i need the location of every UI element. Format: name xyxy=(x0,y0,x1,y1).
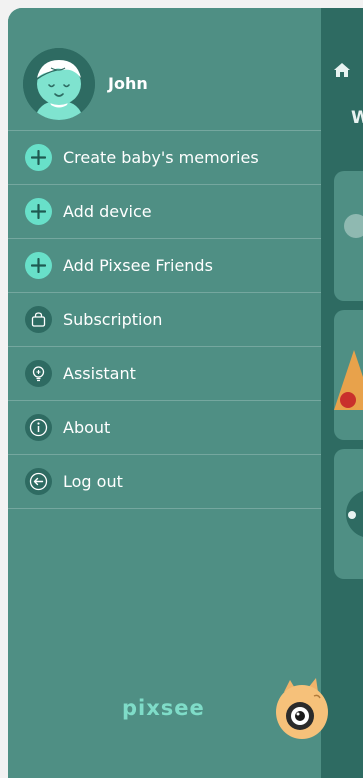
lightbulb-icon xyxy=(25,360,52,387)
shopping-bag-icon xyxy=(25,306,52,333)
plus-icon xyxy=(25,252,52,279)
user-name: John xyxy=(108,74,148,93)
plus-icon xyxy=(25,198,52,225)
logout-icon xyxy=(25,468,52,495)
brand-logo: pixsee xyxy=(122,696,205,720)
main-heading-fragment: W xyxy=(351,108,363,128)
card-thumbnail xyxy=(344,214,363,238)
plus-icon xyxy=(25,144,52,171)
navigation-drawer: John Create baby's memories Add device A… xyxy=(8,8,321,778)
menu-item-label: Assistant xyxy=(63,364,136,383)
menu-item-label: Log out xyxy=(63,472,123,491)
menu-item-assistant[interactable]: Assistant xyxy=(8,346,321,400)
info-icon xyxy=(25,414,52,441)
baby-face-icon xyxy=(23,48,95,120)
main-screen-peek[interactable]: W xyxy=(321,8,363,778)
menu-item-label: Add device xyxy=(63,202,152,221)
menu-item-label: Subscription xyxy=(63,310,163,329)
content-card[interactable] xyxy=(334,171,363,301)
menu-item-logout[interactable]: Log out xyxy=(8,454,321,509)
content-card[interactable] xyxy=(334,449,363,579)
menu-item-label: Create baby's memories xyxy=(63,148,259,167)
card-thumbnail xyxy=(334,350,363,410)
app-frame: W John Create baby's memories Add device… xyxy=(8,8,363,778)
avatar[interactable] xyxy=(23,48,95,120)
card-thumbnail xyxy=(346,491,363,537)
menu-item-label: Add Pixsee Friends xyxy=(63,256,213,275)
menu-item-create-memories[interactable]: Create baby's memories xyxy=(8,130,321,184)
content-card[interactable] xyxy=(334,310,363,440)
home-icon[interactable] xyxy=(333,62,351,78)
menu-item-about[interactable]: About xyxy=(8,400,321,454)
menu-item-label: About xyxy=(63,418,111,437)
menu-item-add-device[interactable]: Add device xyxy=(8,184,321,238)
mascot-camera-icon xyxy=(276,678,328,739)
menu-item-add-friends[interactable]: Add Pixsee Friends xyxy=(8,238,321,292)
drawer-menu: Create baby's memories Add device Add Pi… xyxy=(8,130,321,509)
menu-item-subscription[interactable]: Subscription xyxy=(8,292,321,346)
